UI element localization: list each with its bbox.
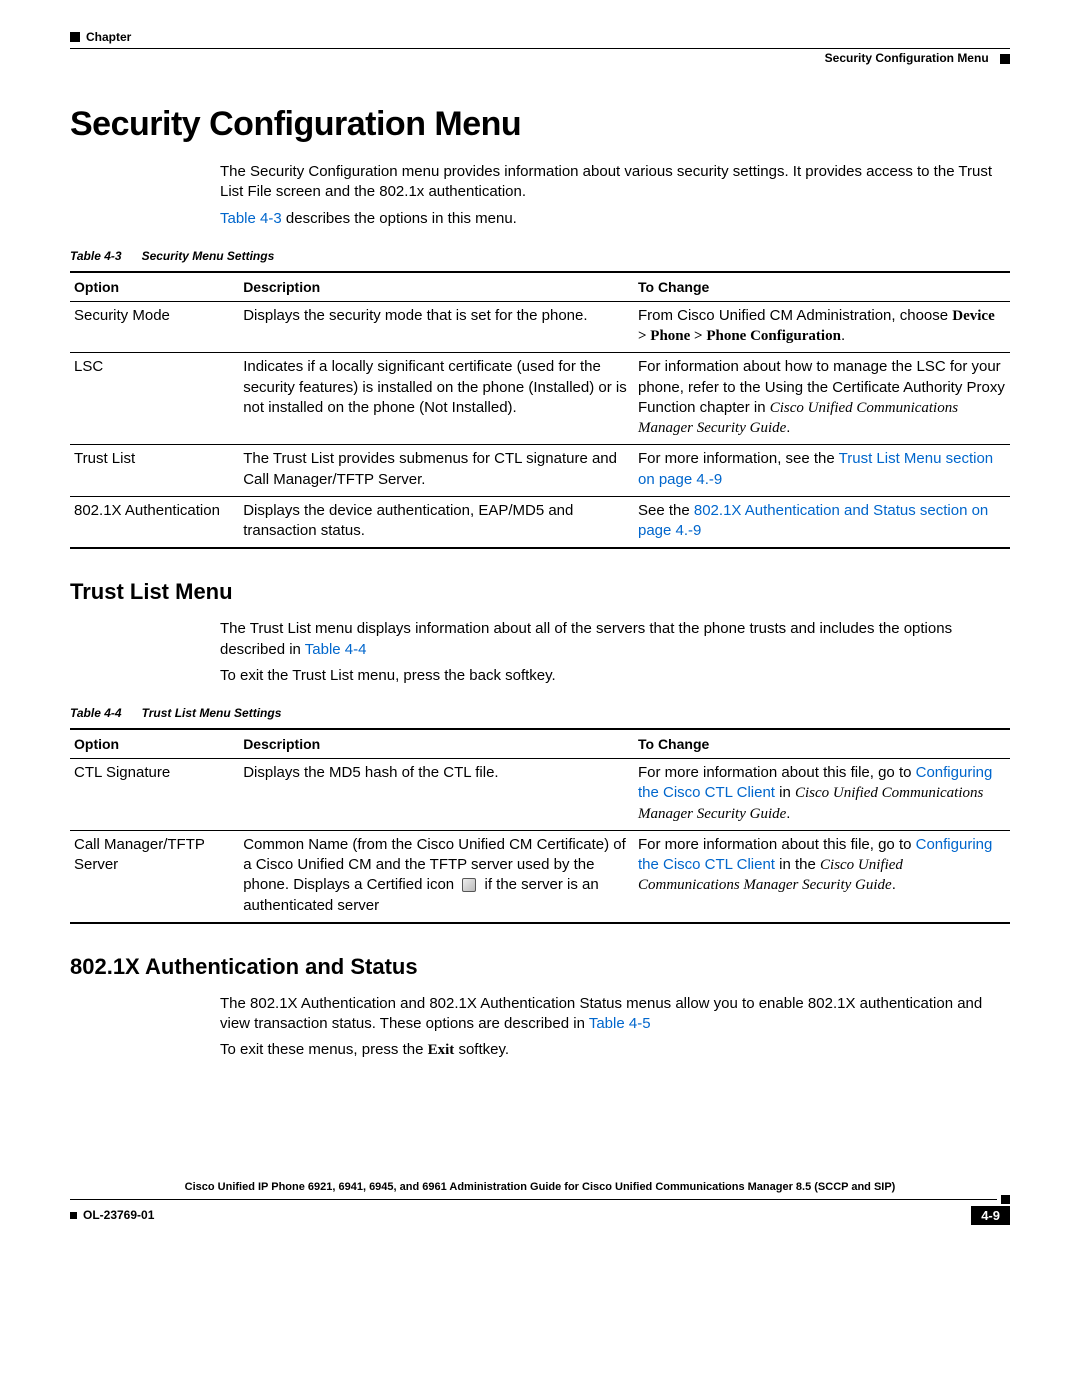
cell-tochange: See the 802.1X Authentication and Status… — [634, 496, 1010, 548]
table-row: 802.1X Authentication Displays the devic… — [70, 496, 1010, 548]
page-footer: Cisco Unified IP Phone 6921, 6941, 6945,… — [70, 1181, 1010, 1225]
table-row: Trust List The Trust List provides subme… — [70, 445, 1010, 497]
table-row: Call Manager/TFTP Server Common Name (fr… — [70, 830, 1010, 923]
col-header-tochange: To Change — [634, 272, 1010, 302]
table-row: CTL Signature Displays the MD5 hash of t… — [70, 759, 1010, 831]
cell-tochange: From Cisco Unified CM Administration, ch… — [634, 301, 1010, 353]
certified-icon — [462, 878, 476, 892]
page-number-badge: 4-9 — [971, 1206, 1010, 1225]
marker-icon — [1000, 54, 1010, 64]
marker-icon — [70, 32, 80, 42]
doc-id: OL-23769-01 — [83, 1208, 154, 1222]
col-header-option: Option — [70, 272, 239, 302]
cell-description: Displays the security mode that is set f… — [239, 301, 634, 353]
header-rule — [70, 48, 1010, 49]
heading-trust-list: Trust List Menu — [70, 579, 1010, 605]
cell-option: 802.1X Authentication — [70, 496, 239, 548]
table-4-4: Option Description To Change CTL Signatu… — [70, 728, 1010, 924]
page-title: Security Configuration Menu — [70, 105, 1010, 144]
table-row: LSC Indicates if a locally significant c… — [70, 353, 1010, 445]
trust-list-p1: The Trust List menu displays information… — [220, 619, 1010, 660]
page-top-header: Chapter — [70, 30, 1010, 44]
cell-description: The Trust List provides submenus for CTL… — [239, 445, 634, 497]
cell-tochange: For more information about this file, go… — [634, 759, 1010, 831]
cell-option: Security Mode — [70, 301, 239, 353]
cell-option: Call Manager/TFTP Server — [70, 830, 239, 923]
cell-option: LSC — [70, 353, 239, 445]
intro-paragraph-2: Table 4-3 describes the options in this … — [220, 209, 1010, 229]
table-caption-4-3: Table 4-3Security Menu Settings — [70, 249, 1010, 263]
cell-description: Displays the MD5 hash of the CTL file. — [239, 759, 634, 831]
cell-tochange: For information about how to manage the … — [634, 353, 1010, 445]
intro-paragraph-1: The Security Configuration menu provides… — [220, 162, 1010, 203]
cell-option: CTL Signature — [70, 759, 239, 831]
marker-icon — [1001, 1195, 1010, 1204]
cell-tochange: For more information, see the Trust List… — [634, 445, 1010, 497]
table-ref-link[interactable]: Table 4-5 — [589, 1015, 651, 1032]
table-caption-4-4: Table 4-4Trust List Menu Settings — [70, 706, 1010, 720]
auth-p2: To exit these menus, press the Exit soft… — [220, 1040, 1010, 1060]
footer-guide-title: Cisco Unified IP Phone 6921, 6941, 6945,… — [70, 1181, 1010, 1193]
col-header-option: Option — [70, 729, 239, 759]
chapter-label: Chapter — [86, 30, 131, 44]
table-ref-link[interactable]: Table 4-3 — [220, 210, 282, 227]
col-header-tochange: To Change — [634, 729, 1010, 759]
cell-description: Displays the device authentication, EAP/… — [239, 496, 634, 548]
table-4-3: Option Description To Change Security Mo… — [70, 271, 1010, 550]
col-header-description: Description — [239, 729, 634, 759]
breadcrumb: Security Configuration Menu — [825, 51, 989, 65]
cell-option: Trust List — [70, 445, 239, 497]
table-ref-link[interactable]: Table 4-4 — [305, 641, 367, 658]
marker-icon — [70, 1212, 77, 1219]
cell-description: Indicates if a locally significant certi… — [239, 353, 634, 445]
heading-8021x: 802.1X Authentication and Status — [70, 954, 1010, 980]
col-header-description: Description — [239, 272, 634, 302]
auth-p1: The 802.1X Authentication and 802.1X Aut… — [220, 994, 1010, 1035]
trust-list-p2: To exit the Trust List menu, press the b… — [220, 666, 1010, 686]
cell-description: Common Name (from the Cisco Unified CM C… — [239, 830, 634, 923]
table-row: Security Mode Displays the security mode… — [70, 301, 1010, 353]
cell-tochange: For more information about this file, go… — [634, 830, 1010, 923]
